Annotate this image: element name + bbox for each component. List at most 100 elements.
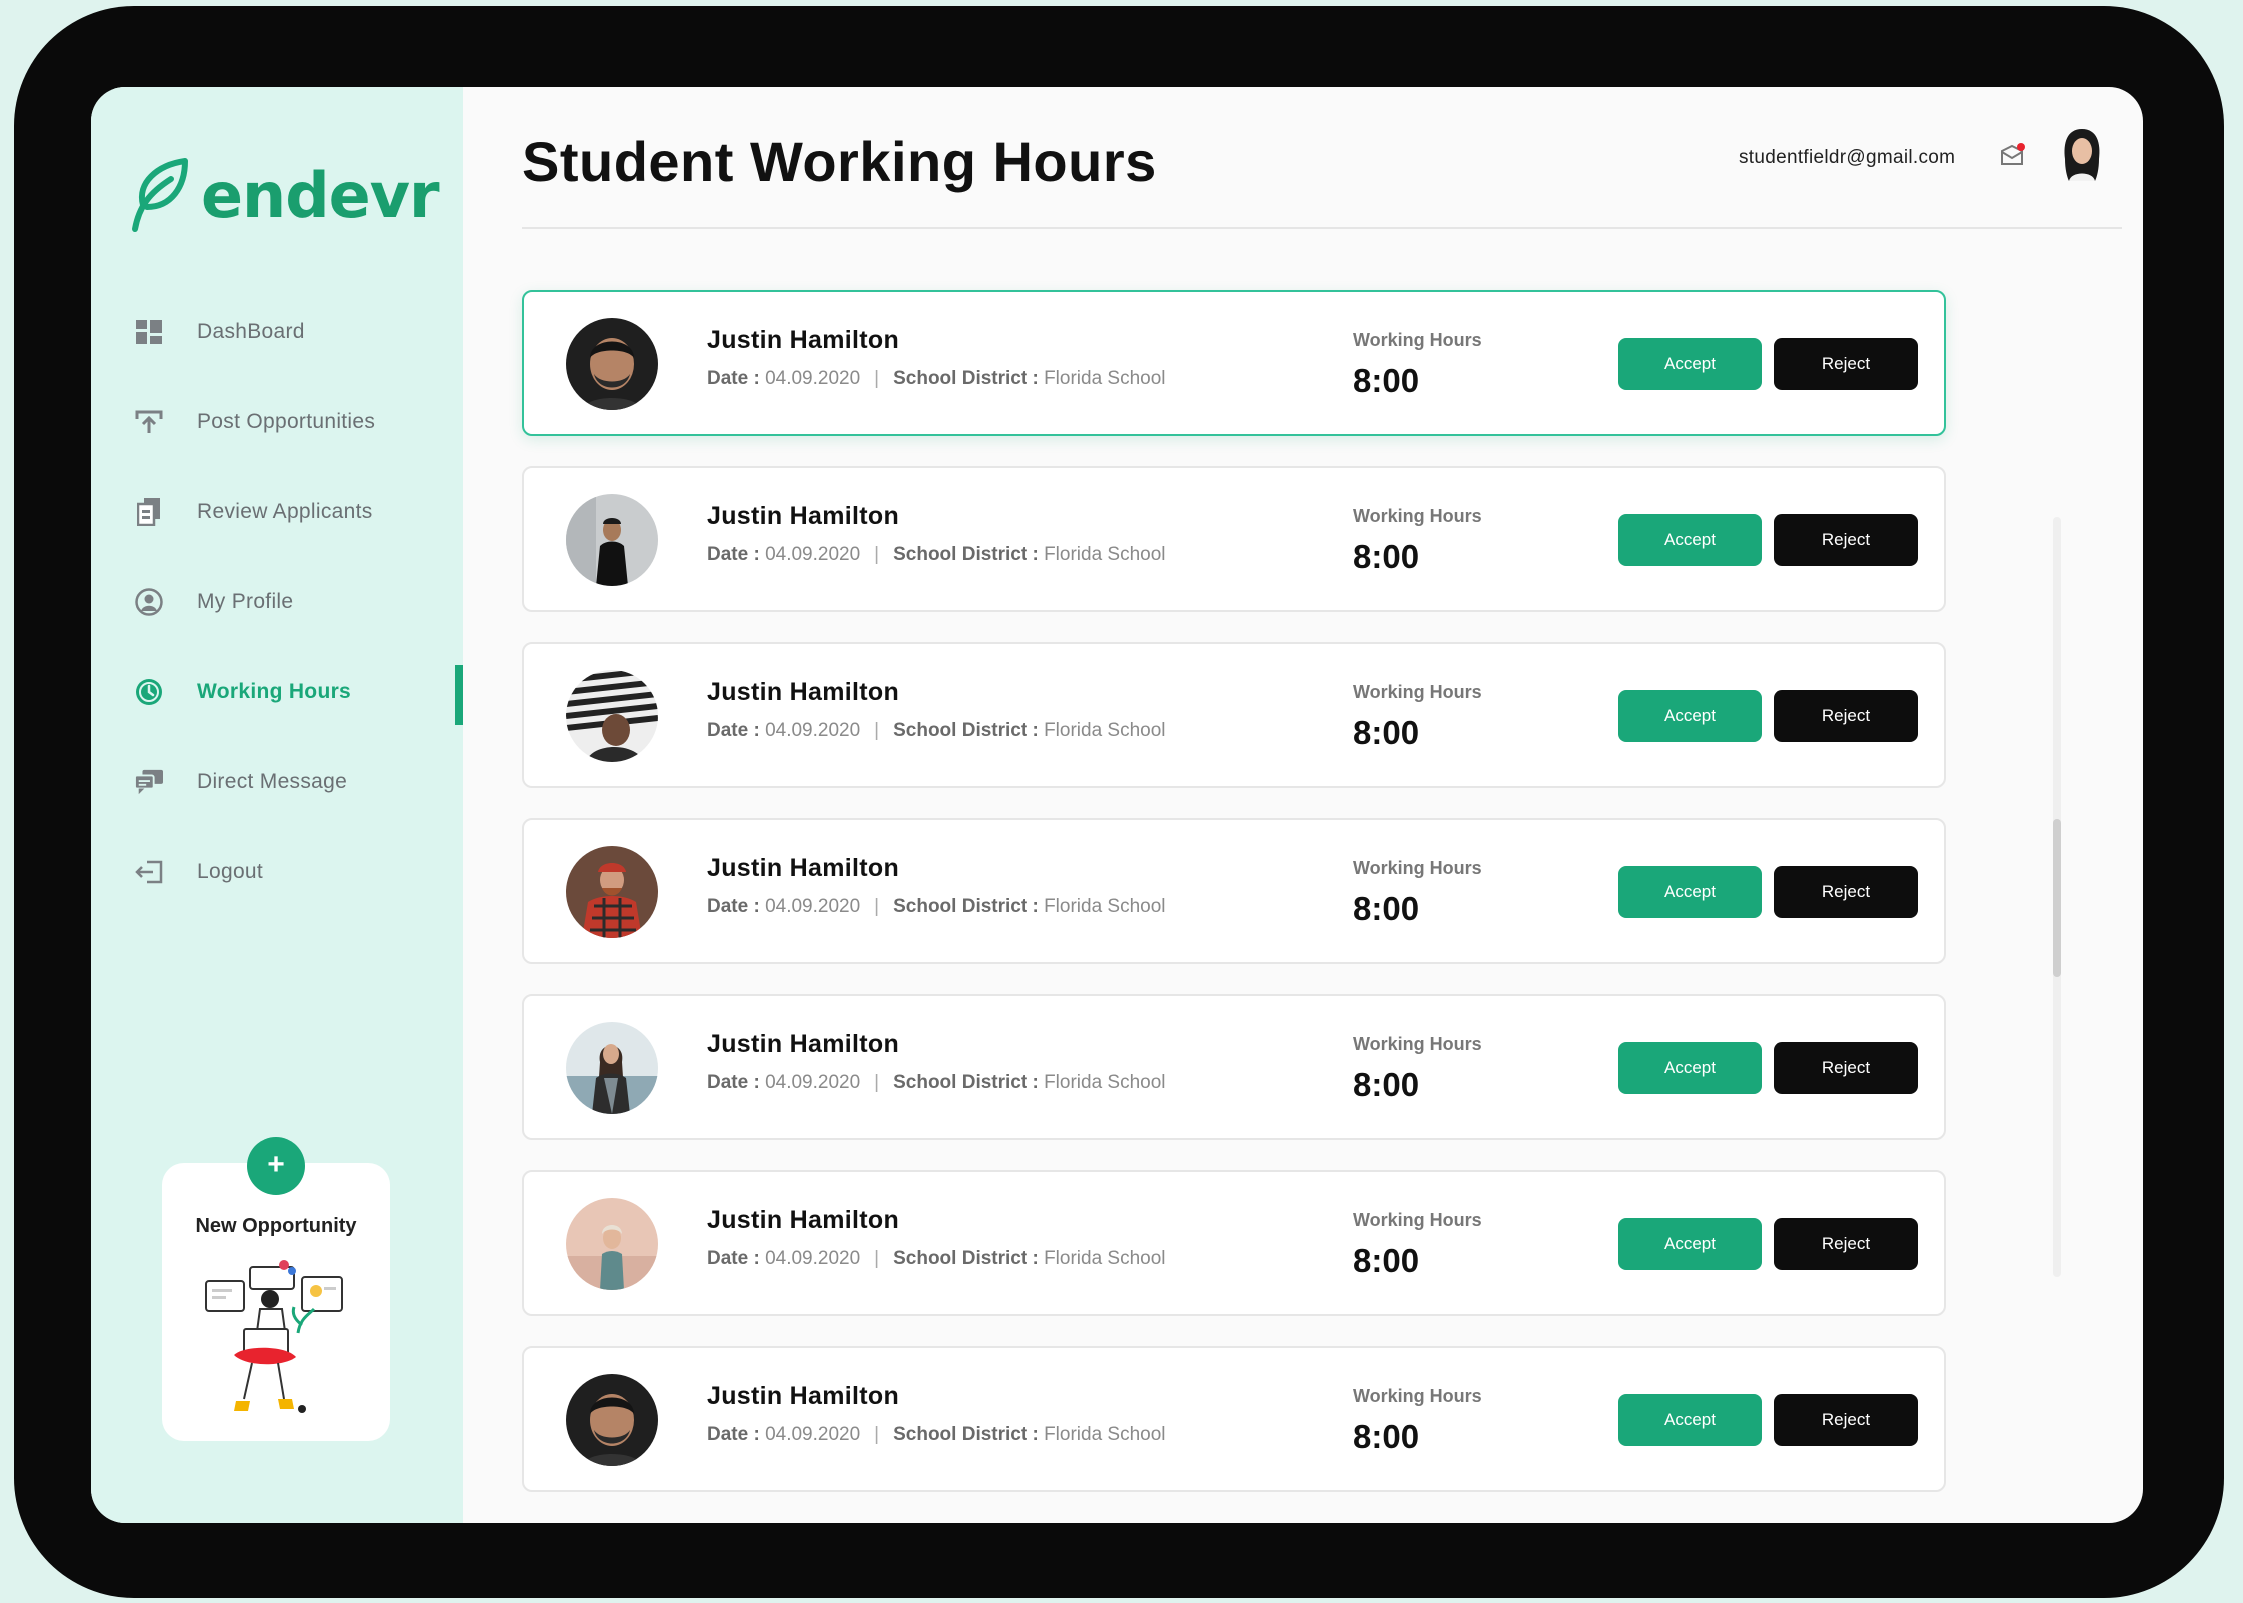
working-hours-card[interactable]: Justin Hamilton Date : 04.09.2020 | School… — [522, 642, 1946, 788]
working-hours-value: 8:00 — [1353, 362, 1420, 399]
date-label: Date : — [707, 544, 760, 565]
logout-icon — [135, 858, 163, 886]
working-hours-label: Working Hours — [1353, 1034, 1482, 1054]
district-label: School District : — [893, 1072, 1039, 1093]
student-avatar — [566, 318, 658, 410]
student-name: Justin Hamilton — [707, 1206, 900, 1234]
student-name: Justin Hamilton — [707, 1030, 900, 1058]
student-name: Justin Hamilton — [707, 678, 900, 706]
sidebar-item-dashboard[interactable]: DashBoard — [91, 287, 463, 377]
meta-separator: | — [874, 720, 880, 741]
reject-button[interactable]: Reject — [1774, 514, 1918, 566]
sidebar-item-logout[interactable]: Logout — [91, 827, 463, 917]
working-hours-card[interactable]: Justin Hamilton Date : 04.09.2020 | School… — [522, 290, 1946, 436]
working-hours-value: 8:00 — [1353, 1418, 1420, 1455]
logo-text: endevr — [201, 158, 440, 232]
working-hours-label: Working Hours — [1353, 506, 1482, 526]
accept-button[interactable]: Accept — [1618, 1218, 1762, 1270]
date-label: Date : — [707, 1248, 760, 1269]
sidebar-item-label: Post Opportunities — [197, 410, 376, 433]
upload-icon — [135, 408, 163, 436]
notification-mail-icon[interactable] — [1999, 143, 2025, 172]
student-avatar — [566, 1374, 658, 1466]
working-hours-label: Working Hours — [1353, 1210, 1482, 1230]
working-hours-value: 8:00 — [1353, 1066, 1420, 1103]
entry-meta: Date : 04.09.2020 | School District : Flor… — [707, 1072, 1166, 1094]
sidebar-nav: DashBoard Post Opportunities Review Appl… — [91, 287, 463, 917]
reject-button[interactable]: Reject — [1774, 866, 1918, 918]
sidebar: endevr DashBoard Post Opportunities Revi… — [91, 87, 463, 1523]
date-value: 04.09.2020 — [765, 368, 861, 389]
clock-icon — [135, 678, 163, 706]
working-hours-card[interactable]: Justin Hamilton Date : 04.09.2020 | School… — [522, 1346, 1946, 1492]
district-value: Florida School — [1044, 1072, 1166, 1093]
entry-meta: Date : 04.09.2020 | School District : Flor… — [707, 368, 1166, 390]
date-label: Date : — [707, 1424, 760, 1445]
sidebar-item-label: Working Hours — [197, 680, 352, 703]
add-opportunity-button[interactable]: + — [247, 1137, 305, 1195]
student-name: Justin Hamilton — [707, 1382, 900, 1410]
sidebar-item-review-applicants[interactable]: Review Applicants — [91, 467, 463, 557]
student-avatar — [566, 494, 658, 586]
working-hours-card[interactable]: Justin Hamilton Date : 04.09.2020 | School… — [522, 466, 1946, 612]
working-hours-card[interactable]: Justin Hamilton Date : 04.09.2020 | School… — [522, 818, 1946, 964]
student-name: Justin Hamilton — [707, 326, 900, 354]
header-divider — [522, 227, 2122, 229]
reject-button[interactable]: Reject — [1774, 338, 1918, 390]
leaf-logo-icon — [132, 158, 188, 232]
district-label: School District : — [893, 896, 1039, 917]
sidebar-item-label: DashBoard — [197, 320, 305, 343]
student-avatar — [566, 846, 658, 938]
meta-separator: | — [874, 1248, 880, 1269]
sidebar-item-label: Logout — [197, 860, 264, 883]
app-screen: endevr DashBoard Post Opportunities Revi… — [91, 87, 2143, 1523]
sidebar-item-label: Direct Message — [197, 770, 348, 793]
user-email: studentfieldr@gmail.com — [1739, 147, 1956, 168]
entry-meta: Date : 04.09.2020 | School District : Flor… — [707, 544, 1166, 566]
logo[interactable]: endevr — [127, 157, 440, 233]
date-label: Date : — [707, 1072, 760, 1093]
student-avatar — [566, 670, 658, 762]
entry-meta: Date : 04.09.2020 | School District : Flor… — [707, 1424, 1166, 1446]
working-hours-card[interactable]: Justin Hamilton Date : 04.09.2020 | School… — [522, 994, 1946, 1140]
accept-button[interactable]: Accept — [1618, 1394, 1762, 1446]
chat-icon — [135, 768, 163, 796]
accept-button[interactable]: Accept — [1618, 338, 1762, 390]
reject-button[interactable]: Reject — [1774, 690, 1918, 742]
person-working-illustration — [205, 1260, 343, 1413]
new-opportunity-card[interactable]: + New Opportunity — [162, 1137, 390, 1441]
district-value: Florida School — [1044, 368, 1166, 389]
working-hours-label: Working Hours — [1353, 330, 1482, 350]
sidebar-item-post-opportunities[interactable]: Post Opportunities — [91, 377, 463, 467]
district-value: Florida School — [1044, 1248, 1166, 1269]
page-title: Student Working Hours — [522, 130, 1157, 193]
district-label: School District : — [893, 544, 1039, 565]
working-hours-card[interactable]: Justin Hamilton Date : 04.09.2020 | School… — [522, 1170, 1946, 1316]
reject-button[interactable]: Reject — [1774, 1394, 1918, 1446]
reject-button[interactable]: Reject — [1774, 1218, 1918, 1270]
sidebar-item-my-profile[interactable]: My Profile — [91, 557, 463, 647]
district-value: Florida School — [1044, 544, 1166, 565]
district-label: School District : — [893, 720, 1039, 741]
working-hours-label: Working Hours — [1353, 858, 1482, 878]
date-value: 04.09.2020 — [765, 1072, 861, 1093]
accept-button[interactable]: Accept — [1618, 514, 1762, 566]
reject-button[interactable]: Reject — [1774, 1042, 1918, 1094]
accept-button[interactable]: Accept — [1618, 866, 1762, 918]
sidebar-item-working-hours[interactable]: Working Hours — [91, 647, 463, 737]
user-avatar[interactable] — [2057, 127, 2107, 181]
accept-button[interactable]: Accept — [1618, 690, 1762, 742]
meta-separator: | — [874, 896, 880, 917]
date-value: 04.09.2020 — [765, 1248, 861, 1269]
working-hours-value: 8:00 — [1353, 714, 1420, 751]
working-hours-label: Working Hours — [1353, 682, 1482, 702]
student-avatar — [566, 1198, 658, 1290]
sidebar-item-direct-message[interactable]: Direct Message — [91, 737, 463, 827]
scrollbar-thumb[interactable] — [2053, 819, 2061, 977]
meta-separator: | — [874, 544, 880, 565]
student-name: Justin Hamilton — [707, 854, 900, 882]
district-value: Florida School — [1044, 1424, 1166, 1445]
date-value: 04.09.2020 — [765, 720, 861, 741]
working-hours-value: 8:00 — [1353, 538, 1420, 575]
accept-button[interactable]: Accept — [1618, 1042, 1762, 1094]
